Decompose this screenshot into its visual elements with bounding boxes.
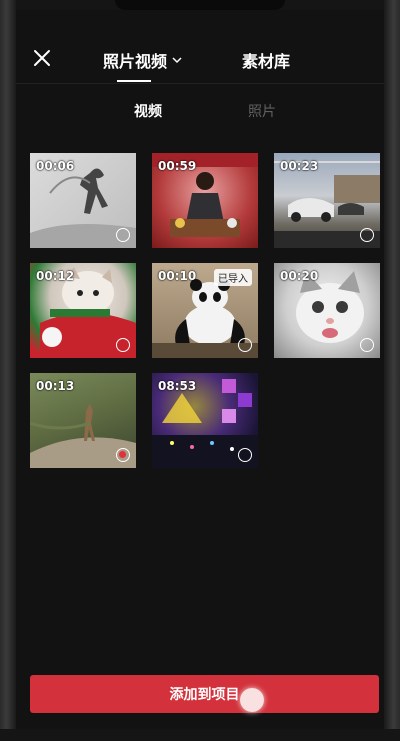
select-checkbox[interactable] [238,448,252,462]
tab-material-library[interactable]: 素材库 [242,48,290,72]
tab-photos-videos-label: 照片视频 [103,52,168,71]
media-tile[interactable]: 00:20 [274,263,380,358]
media-tile[interactable]: 00:59 [152,153,258,248]
close-button[interactable] [31,47,53,69]
media-tile[interactable]: 00:13 [30,373,136,468]
duration-label: 00:06 [36,159,75,173]
media-picker-screen: 照片视频 素材库 视频 照片 00:06 00:59 00:23 00:12 0… [16,10,384,729]
media-tile[interactable]: 00:10 已导入 [152,263,258,358]
media-tile[interactable]: 08:53 [152,373,258,468]
touch-indicator [240,688,264,712]
chevron-down-icon [171,51,183,70]
select-checkbox-checked[interactable] [116,448,130,462]
duration-label: 00:12 [36,269,75,283]
tab-photos-videos[interactable]: 照片视频 [103,48,183,72]
media-tile[interactable]: 00:23 [274,153,380,248]
select-checkbox[interactable] [116,228,130,242]
close-icon [34,50,50,66]
device-notch [115,0,285,10]
duration-label: 00:23 [280,159,319,173]
duration-label: 00:59 [158,159,197,173]
device-bottom-bezel [0,729,400,741]
select-checkbox[interactable] [238,338,252,352]
media-tile[interactable]: 00:06 [30,153,136,248]
device-right-bezel [384,0,400,741]
duration-label: 00:13 [36,379,75,393]
media-tile[interactable]: 00:12 [30,263,136,358]
device-left-bezel [0,0,16,741]
active-tab-indicator [117,80,151,82]
select-checkbox[interactable] [360,338,374,352]
add-to-project-label: 添加到项目 [169,687,240,703]
duration-label: 08:53 [158,379,197,393]
subtab-photo[interactable]: 照片 [248,101,276,121]
select-checkbox[interactable] [360,228,374,242]
duration-label: 00:20 [280,269,319,283]
subtab-video[interactable]: 视频 [134,101,162,121]
header-divider [16,83,384,84]
select-checkbox[interactable] [116,338,130,352]
duration-label: 00:10 [158,269,197,283]
add-to-project-button[interactable]: 添加到项目 [30,675,379,713]
imported-badge: 已导入 [214,269,252,286]
